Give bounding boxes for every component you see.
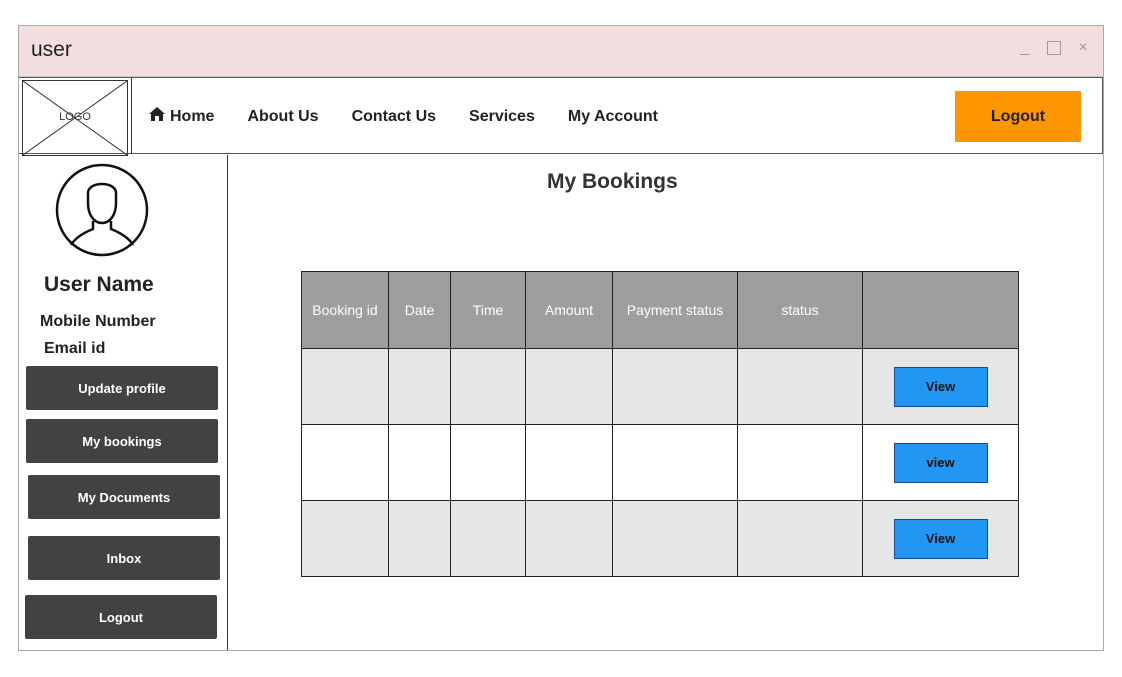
user-name: User Name [44,273,154,296]
table-cell [450,500,526,577]
page-title: My Bookings [547,170,678,193]
window-controls: _ × [1017,39,1091,57]
nav-about-us[interactable]: About Us [247,107,318,126]
table-cell [301,348,389,425]
my-documents-button[interactable]: My Documents [28,475,220,519]
table-cell [525,348,613,425]
user-avatar-icon [55,163,149,257]
maximize-icon[interactable] [1047,41,1061,55]
header-bar: LOGO Home About Us Contact Us Services M… [19,77,1104,156]
col-action [862,271,1019,349]
col-date: Date [388,271,451,349]
header-logout-button[interactable]: Logout [955,91,1081,142]
my-bookings-button[interactable]: My bookings [26,419,218,463]
table-cell [450,424,526,501]
bookings-table: Booking id Date Time Amount Payment stat… [301,271,1019,577]
nav-home[interactable]: Home [149,107,214,126]
table-row: View [301,348,1019,425]
table-cell [737,500,863,577]
email-id: Email id [44,340,106,357]
table-cell [388,348,451,425]
view-button[interactable]: View [893,366,988,407]
table-cell [612,424,738,501]
col-booking-id: Booking id [301,271,389,349]
view-button[interactable]: View [893,518,988,559]
table-cell [301,424,389,501]
table-cell [612,500,738,577]
nav-my-account[interactable]: My Account [568,107,658,126]
update-profile-button[interactable]: Update profile [26,366,218,410]
table-row: view [301,424,1019,501]
table-cell [388,424,451,501]
table-cell: view [862,424,1019,501]
window-title: user [31,38,72,61]
nav-services[interactable]: Services [469,107,535,126]
nav-contact-us[interactable]: Contact Us [352,107,436,126]
table-cell [388,500,451,577]
col-time: Time [450,271,526,349]
mobile-number: Mobile Number [40,313,156,330]
minimize-icon[interactable]: _ [1017,39,1033,57]
sidebar: User Name Mobile Number Email id Update … [19,155,228,650]
title-bar: user _ × [19,26,1103,77]
nav-home-label: Home [170,107,215,125]
col-payment-status: Payment status [612,271,738,349]
home-icon [149,107,165,126]
table-cell: View [862,348,1019,425]
table-cell [450,348,526,425]
inbox-button[interactable]: Inbox [28,536,220,580]
table-cell [301,500,389,577]
app-window: user _ × LOGO Home About Us Contact Us S… [18,25,1104,651]
table-cell [612,348,738,425]
logo[interactable]: LOGO [22,80,128,156]
table-header-row: Booking id Date Time Amount Payment stat… [301,271,1019,349]
col-amount: Amount [525,271,613,349]
view-button[interactable]: view [893,442,988,483]
logo-text: LOGO [59,111,91,123]
table-row: View [301,500,1019,577]
close-icon[interactable]: × [1075,39,1091,57]
col-status: status [737,271,863,349]
table-cell [525,500,613,577]
table-cell [525,424,613,501]
sidebar-logout-button[interactable]: Logout [25,595,217,639]
table-cell [737,348,863,425]
table-cell [737,424,863,501]
table-cell: View [862,500,1019,577]
main-nav: Home About Us Contact Us Services My Acc… [149,107,691,126]
nav-area: Home About Us Contact Us Services My Acc… [131,78,1104,154]
